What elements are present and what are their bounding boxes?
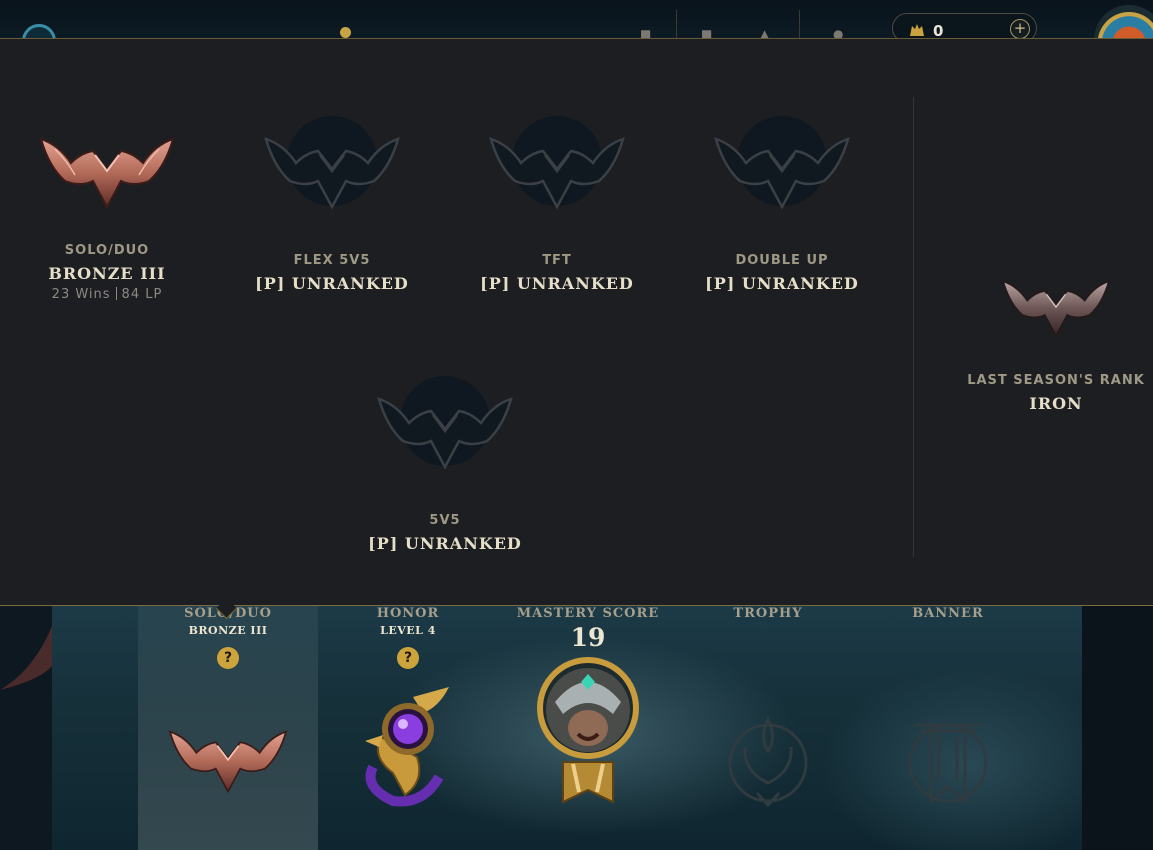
unranked-emblem-icon (264, 116, 400, 210)
bronze-emblem-icon (39, 137, 175, 210)
queue-flex[interactable]: FLEX 5V5 [P] UNRANKED (232, 111, 432, 293)
help-icon[interactable]: ? (397, 647, 419, 669)
queue-name: SOLO/DUO (64, 243, 150, 258)
unranked-emblem-icon (377, 376, 513, 470)
help-icon[interactable]: ? (217, 647, 239, 669)
queue-stats: 23 Wins 84 LP (7, 287, 207, 302)
slot-trophy[interactable]: TROPHY (678, 606, 858, 811)
iron-emblem-icon (1002, 280, 1110, 338)
mastery-score-value: 19 (570, 623, 606, 652)
slot-title: BANNER (912, 606, 984, 621)
trophy-icon (728, 715, 808, 808)
queue-rank: [P] UNRANKED (480, 274, 634, 293)
notification-dot-icon (340, 27, 351, 38)
queue-name: DOUBLE UP (735, 253, 829, 268)
queue-name: FLEX 5V5 (293, 253, 371, 268)
chevron-left-icon (0, 626, 52, 690)
top-navigation-bar: ■ ■ ▲ ● 0 + (0, 0, 1153, 75)
queue-tft[interactable]: TFT [P] UNRANKED (457, 111, 657, 293)
slot-title: MASTERY SCORE (516, 606, 660, 621)
ranked-overview-panel: SOLO/DUO BRONZE III 23 Wins 84 LP FLEX 5V… (0, 38, 1153, 606)
stats-separator (115, 287, 117, 300)
queue-5v5[interactable]: 5V5 [P] UNRANKED (345, 371, 545, 553)
slot-mastery-score[interactable]: MASTERY SCORE 19 (498, 606, 678, 812)
right-edge (1082, 606, 1153, 850)
slot-solo-duo[interactable]: SOLO/DUO BRONZE III ? (138, 606, 318, 795)
queue-rank: [P] UNRANKED (368, 534, 522, 553)
slot-subtitle: BRONZE III (188, 624, 268, 637)
slot-honor[interactable]: HONOR LEVEL 4 ? (318, 606, 498, 807)
riot-points-icon (910, 24, 924, 36)
queue-lp: 84 LP (121, 287, 163, 302)
bronze-emblem-icon (168, 730, 288, 794)
queue-name: 5V5 (429, 513, 461, 528)
banner-icon (908, 723, 988, 805)
unranked-emblem-icon (489, 116, 625, 210)
queue-name: TFT (542, 253, 572, 268)
queue-solo-duo[interactable]: SOLO/DUO BRONZE III 23 Wins 84 LP (7, 111, 207, 302)
last-season-rank: LAST SEASON'S RANK IRON (956, 259, 1153, 413)
add-currency-button[interactable]: + (1010, 19, 1030, 39)
champion-mastery-icon (537, 657, 639, 804)
queue-rank: [P] UNRANKED (255, 274, 409, 293)
profile-summary-strip: SOLO/DUO BRONZE III ? HONOR LEVEL 4 ? MA… (0, 606, 1153, 850)
slot-title: HONOR (376, 606, 440, 621)
left-edge (0, 606, 52, 850)
queue-rank: BRONZE III (48, 264, 166, 283)
panel-divider (913, 97, 914, 557)
queue-double-up[interactable]: DOUBLE UP [P] UNRANKED (682, 111, 882, 293)
last-season-rank-value: IRON (1029, 394, 1083, 413)
unranked-emblem-icon (714, 116, 850, 210)
slot-banner[interactable]: BANNER (858, 606, 1038, 811)
slot-subtitle: LEVEL 4 (380, 624, 436, 637)
nav-divider (676, 10, 677, 40)
nav-divider (799, 10, 800, 40)
honor-level-icon (365, 687, 449, 807)
queue-rank: [P] UNRANKED (705, 274, 859, 293)
last-season-label: LAST SEASON'S RANK (967, 373, 1145, 388)
slot-title: TROPHY (733, 606, 803, 621)
queue-wins: 23 Wins (51, 287, 111, 302)
